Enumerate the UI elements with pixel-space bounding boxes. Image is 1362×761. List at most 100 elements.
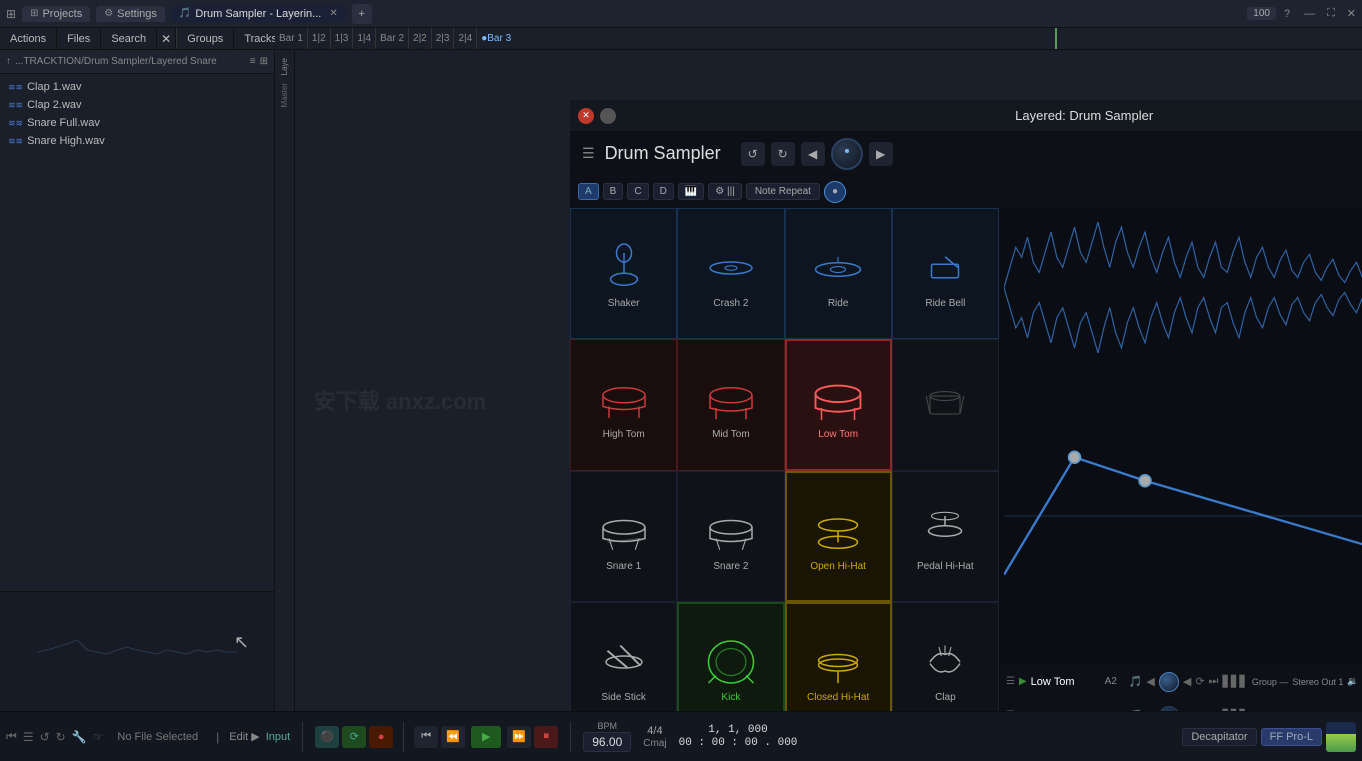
close-window-button[interactable]: ✕	[1347, 7, 1356, 20]
time-sig-value[interactable]: 4/4	[647, 725, 662, 737]
pad-snare1[interactable]: Snare 1	[570, 471, 677, 602]
bt-play-button[interactable]: ▶	[471, 726, 501, 748]
tab-projects[interactable]: ⊞ Projects	[22, 6, 90, 22]
ds-menu-icon[interactable]: ☰	[582, 145, 595, 162]
bt-list-icon[interactable]: ☰	[23, 730, 34, 744]
bt-rewind[interactable]: ⏪	[441, 726, 465, 748]
cs-loop-icon[interactable]: ⟳	[1195, 675, 1204, 688]
bt-arm-button[interactable]: ⚫	[315, 726, 339, 748]
pad-snare2[interactable]: Snare 2	[677, 471, 784, 602]
pad-empty[interactable]	[892, 339, 999, 470]
search-menu[interactable]: Search	[101, 28, 157, 49]
pad-high-tom[interactable]: High Tom	[570, 339, 677, 470]
ds-forward-button[interactable]: ↻	[771, 142, 795, 166]
pad-d-button[interactable]: D	[653, 183, 674, 200]
file-list: ≋≋ Clap 1.wav ≋≋ Clap 2.wav ≋≋ Snare Ful…	[0, 74, 274, 591]
timeline-1-4: 1|4	[353, 33, 375, 44]
ds-prev-button[interactable]: ◀	[801, 142, 825, 166]
ds-master-knob[interactable]	[831, 138, 863, 170]
bt-rewind-start[interactable]: ⏮	[414, 726, 438, 748]
level-meter	[1326, 722, 1356, 752]
breadcrumb-menu-icon[interactable]: ≡	[250, 56, 256, 67]
record-mode-button[interactable]: ●	[824, 181, 846, 203]
pad-mid-tom[interactable]: Mid Tom	[677, 339, 784, 470]
pad-c-button[interactable]: C	[627, 183, 648, 200]
minimize-button[interactable]: —	[1304, 8, 1315, 20]
decapitator-plugin[interactable]: Decapitator	[1182, 728, 1256, 746]
file-item-snare-full[interactable]: ≋≋ Snare Full.wav	[0, 114, 274, 132]
close-panel-button[interactable]: ✕	[157, 28, 176, 49]
timeline-2-4: 2|4	[454, 33, 476, 44]
settings-icon: ⚙	[104, 8, 113, 19]
file-item-snare-high[interactable]: ≋≋ Snare High.wav	[0, 132, 274, 150]
cs-mute-icon[interactable]: ◀	[1183, 675, 1191, 688]
note-repeat-button[interactable]: Note Repeat	[746, 183, 820, 200]
wave-icon: ≋≋	[8, 82, 23, 93]
maximize-button[interactable]: ⛶	[1327, 7, 1335, 20]
breadcrumb-up-icon[interactable]: ↑	[6, 56, 11, 67]
separator3	[570, 722, 571, 752]
pad-crash2-label: Crash 2	[713, 298, 748, 309]
tab-settings[interactable]: ⚙ Settings	[96, 6, 165, 22]
file-item-clap2[interactable]: ≋≋ Clap 2.wav	[0, 96, 274, 114]
pad-open-hihat[interactable]: Open Hi-Hat	[785, 471, 892, 602]
bpm-value[interactable]: 96.00	[583, 732, 631, 752]
tab-close-button[interactable]: ✕	[329, 8, 337, 19]
ff-pro-l-plugin[interactable]: FF Pro-L	[1261, 728, 1322, 746]
cs-pan-knob[interactable]	[1159, 672, 1179, 692]
pad-open-hihat-label: Open Hi-Hat	[810, 561, 866, 572]
wave-icon: ≋≋	[8, 100, 23, 111]
help-button[interactable]: ?	[1284, 8, 1290, 20]
plugin-section: Decapitator FF Pro-L	[1182, 722, 1356, 752]
pad-shaker[interactable]: Shaker	[570, 208, 677, 339]
tab-drum-sampler[interactable]: 🎵 Drum Sampler - Layerin... ✕	[171, 6, 346, 22]
plugin-minimize-button[interactable]	[600, 108, 616, 124]
plugin-close-button[interactable]: ✕	[578, 108, 594, 124]
add-tab-button[interactable]: +	[352, 4, 372, 24]
breadcrumb-expand-icon[interactable]: ⊞	[260, 56, 268, 67]
ds-rewind-button[interactable]: ↺	[741, 142, 765, 166]
cs-vol-down-icon[interactable]: 🔉	[1347, 676, 1358, 687]
files-menu[interactable]: Files	[57, 28, 101, 49]
cs-arrow-icon: ◀	[1146, 675, 1154, 688]
actions-menu[interactable]: Actions	[0, 28, 57, 49]
midi-button[interactable]: 🎹	[678, 183, 704, 200]
cs-group-label: Group —	[1252, 677, 1289, 687]
ds-title: Drum Sampler	[605, 143, 721, 164]
tab-projects-label: Projects	[42, 8, 82, 20]
input-label[interactable]: Input	[266, 731, 290, 743]
ds-transport: ↺ ↻ ◀ ▶	[741, 138, 893, 170]
pad-side-stick-label: Side Stick	[601, 692, 645, 703]
cs-midi-icon[interactable]: 🎵	[1129, 675, 1143, 688]
settings-ctrl-button[interactable]: ⚙ |||	[708, 183, 742, 200]
file-item-clap1[interactable]: ≋≋ Clap 1.wav	[0, 78, 274, 96]
bt-stop[interactable]: ⏹	[534, 726, 558, 748]
bt-tools-icon[interactable]: 🔧	[72, 730, 87, 744]
bt-plugin-icon[interactable]: ☞	[93, 730, 104, 744]
bt-forward[interactable]: ⏩	[507, 726, 531, 748]
tab-settings-label: Settings	[117, 8, 157, 20]
cs-menu-icon[interactable]: ☰	[1006, 676, 1015, 687]
groups-menu[interactable]: Groups	[177, 28, 234, 49]
app-icon: ⊞	[6, 7, 16, 21]
timeline-bar2: Bar 2	[376, 33, 408, 44]
pad-pedal-hihat[interactable]: Pedal Hi-Hat	[892, 471, 999, 602]
bt-record-button[interactable]: ●	[369, 726, 393, 748]
cs-skip-icon[interactable]: ⏭	[1209, 675, 1219, 688]
pad-kick-label: Kick	[721, 692, 740, 703]
ds-next-button[interactable]: ▶	[869, 142, 893, 166]
bt-redo-icon[interactable]: ↻	[56, 730, 66, 744]
pad-crash2[interactable]: Crash 2	[677, 208, 784, 339]
timeline-bar3: ●Bar 3	[477, 33, 515, 44]
pad-a-button[interactable]: A	[578, 183, 599, 200]
pad-low-tom[interactable]: Low Tom	[785, 339, 892, 470]
timeline: Bar 1 1|2 1|3 1|4 Bar 2 2|2 2|3 2|4 ●Bar…	[275, 28, 1362, 50]
bt-undo-icon[interactable]: ↺	[40, 730, 50, 744]
cs-play-button[interactable]: ▶	[1019, 676, 1027, 687]
pad-ride[interactable]: Ride	[785, 208, 892, 339]
channel-strip-low-tom: ☰ ▶ Low Tom A2 🎵 ◀ ◀ ⟳ ⏭ ▋▋▋ Group — Ste…	[1000, 665, 1362, 699]
pad-ride-bell[interactable]: Ride Bell	[892, 208, 999, 339]
bt-loop-button[interactable]: ⟳	[342, 726, 366, 748]
bt-prev-icon[interactable]: ⏮	[6, 729, 17, 744]
pad-b-button[interactable]: B	[603, 183, 624, 200]
